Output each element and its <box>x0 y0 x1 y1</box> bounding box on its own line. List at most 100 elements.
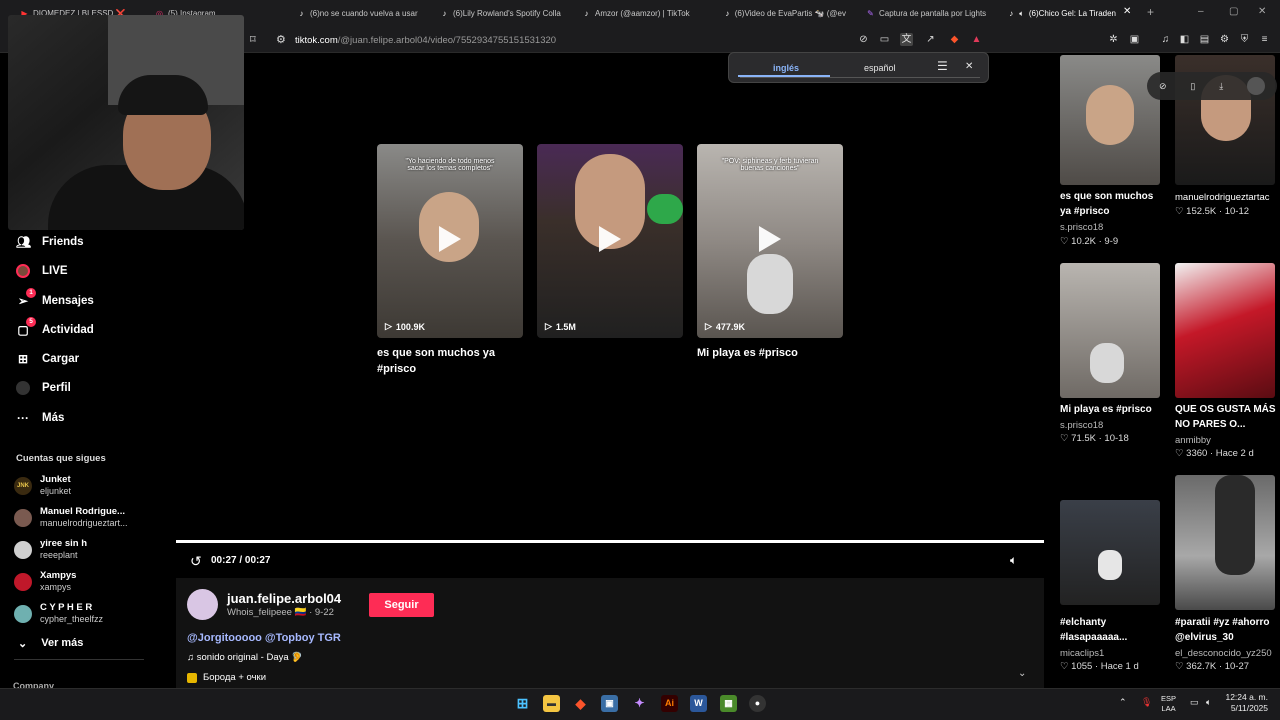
translate-icon[interactable]: 文 <box>900 33 913 46</box>
no-tracking-icon[interactable]: ⊘ <box>857 33 870 46</box>
tab-active[interactable]: ♪ 🔈︎ (6)Chico Gel: La Tiraden <box>1008 6 1116 20</box>
author-name[interactable]: juan.felipe.arbol04 <box>227 591 341 606</box>
share-icon[interactable]: ↗ <box>924 33 937 46</box>
endscreen-video-title[interactable]: es que son muchos ya #prisco <box>377 345 523 377</box>
illustrator-icon[interactable]: Ai <box>661 695 678 712</box>
endscreen-video-title[interactable]: Mi playa es #prisco <box>697 345 843 361</box>
tab-lightshot[interactable]: ✎ Captura de pantalla por Lights <box>866 6 990 20</box>
url-field[interactable]: tiktok.com/@juan.felipe.arbol04/video/75… <box>295 35 556 46</box>
wallet-icon[interactable]: ▤ <box>1198 33 1211 46</box>
recommended-video-thumbnail[interactable] <box>1175 475 1275 610</box>
recommended-video-title[interactable]: es que son muchos ya #prisco <box>1060 189 1160 219</box>
tab-tiktok-4[interactable]: ♪ (6)Video de EvaPartis 🐄 (@ev <box>724 6 846 20</box>
recommended-video-author[interactable]: anmibby <box>1175 435 1211 446</box>
recommended-video-title[interactable]: QUE OS GUSTA MÁS NO PARES O... <box>1175 402 1277 432</box>
file-explorer-icon[interactable]: ▬ <box>543 695 560 712</box>
translate-close-icon[interactable]: ✕ <box>965 61 973 72</box>
sidebar-item-profile[interactable]: Perfil <box>16 381 71 395</box>
close-tab-icon[interactable]: ✕ <box>1123 6 1131 17</box>
sidebar-item-messages[interactable]: ➢ 1 Mensajes <box>16 288 94 308</box>
recommended-video-title[interactable]: #elchanty #lasapaaaaa... <box>1060 615 1160 645</box>
minimize-icon[interactable]: – <box>1198 6 1204 17</box>
chevron-down-icon: ⌄ <box>18 638 28 650</box>
bookmark-icon[interactable]: ⌑ <box>250 33 256 46</box>
recommended-video-thumbnail[interactable] <box>1060 263 1160 398</box>
site-settings-icon[interactable]: ⚙ <box>276 33 286 46</box>
recommended-video-thumbnail[interactable] <box>1175 263 1275 398</box>
word-icon[interactable]: W <box>690 695 707 712</box>
translate-lang-target[interactable]: español <box>864 63 896 73</box>
network-icon[interactable]: ▭ <box>1190 697 1199 708</box>
volume-icon[interactable]: 🔈︎ <box>1010 553 1017 568</box>
following-account[interactable]: JNK Junket eljunket <box>14 474 71 497</box>
following-account[interactable]: yiree sin h reeeplant <box>14 538 87 561</box>
translate-popup: inglés español ☰ ✕ <box>728 52 989 83</box>
view-count: ▷ 100.9K <box>385 321 425 332</box>
minecraft-icon[interactable]: ▦ <box>720 695 737 712</box>
maximize-icon[interactable]: ▢ <box>1229 6 1238 17</box>
tab-tiktok-1[interactable]: ♪ (6)no se cuando vuelva a usar <box>297 6 423 20</box>
phone-icon[interactable]: ▯ <box>1190 81 1195 92</box>
brave-browser-icon[interactable]: ◆ <box>572 695 589 712</box>
download-icon[interactable]: ⤓ <box>1219 81 1223 92</box>
translate-menu-icon[interactable]: ☰ <box>937 59 948 73</box>
play-icon <box>599 226 621 252</box>
recommended-video-author[interactable]: micaclips1 <box>1060 648 1104 659</box>
video-mentions[interactable]: @Jorgitooooo @Topboy TGR <box>187 632 341 644</box>
sidebar-item-friends[interactable]: 👥︎ Friends <box>16 235 84 249</box>
sidebar-item-activity[interactable]: ▢ 5 Actividad <box>16 317 94 337</box>
recommended-video-thumbnail[interactable] <box>1060 500 1160 605</box>
store-icon[interactable]: ▣ <box>601 695 618 712</box>
tab-tiktok-3[interactable]: ♪ Amzor (@aamzor) | TikTok <box>582 6 692 20</box>
effect-link[interactable]: Борода + очки <box>187 672 266 683</box>
microphone-icon[interactable]: 🎙︎ <box>1141 697 1152 708</box>
author-avatar[interactable] <box>187 589 218 620</box>
game-app-icon[interactable]: ✦ <box>631 695 648 712</box>
following-account[interactable]: C Y P H E Rcypher_theelfzz <box>14 602 103 625</box>
translate-lang-source[interactable]: inglés <box>773 63 799 73</box>
windows-start-icon[interactable]: ⊞ <box>514 695 531 712</box>
sidebar-item-live[interactable]: LIVE <box>16 264 68 278</box>
recommended-video-author[interactable]: manuelrodrigueztartac <box>1175 192 1270 203</box>
sidebar-item-upload[interactable]: ⊞ Cargar <box>16 352 79 366</box>
recommended-video-author[interactable]: el_desconocido_yz250 <box>1175 648 1272 659</box>
replay-icon[interactable]: ↺ <box>190 553 202 570</box>
expand-icon[interactable]: ⌄ <box>1018 668 1026 679</box>
record-icon[interactable] <box>1247 77 1266 95</box>
tray-chevron-icon[interactable]: ⌃ <box>1119 697 1127 708</box>
following-account[interactable]: Manuel Rodrigue... manuelrodrigueztart... <box>14 506 128 529</box>
brave-shield-icon[interactable]: ◆ <box>948 33 961 46</box>
vpn-icon[interactable]: ⛨ <box>1238 33 1251 46</box>
brave-rewards-icon[interactable]: ▲ <box>970 33 983 46</box>
new-tab-icon[interactable]: + <box>1147 5 1154 19</box>
recommended-video-author[interactable]: s.prisco18 <box>1060 420 1103 431</box>
following-account[interactable]: Xampys xampys <box>14 570 76 593</box>
keyboard-language[interactable]: ESP LAA <box>1161 694 1176 714</box>
recording-app-icon[interactable]: ● <box>749 695 766 712</box>
recommended-video-title[interactable]: Mi playa es #prisco <box>1060 402 1160 417</box>
media-icon[interactable]: ♫ <box>1159 33 1172 46</box>
tab-tiktok-2[interactable]: ♪ (6)Lily Rowland's Spotify Colla <box>440 6 564 20</box>
sound-link[interactable]: ♫ sonido original - Daya 🦻 <box>187 652 303 663</box>
menu-icon[interactable]: ≡ <box>1258 33 1271 46</box>
endscreen-video-card[interactable]: ▷ 1.5M <box>537 144 683 338</box>
recommended-video-author[interactable]: s.prisco18 <box>1060 222 1103 233</box>
cast-icon[interactable]: ▭ <box>878 33 891 46</box>
endscreen-video-card[interactable]: "Yo haciendo de todo menos sacar los tem… <box>377 144 523 338</box>
see-more-button[interactable]: ⌄ Ver más <box>18 637 83 650</box>
endscreen-video-card[interactable]: "POV: siphineas y ferb tuvieran buenas c… <box>697 144 843 338</box>
video-progress-bar[interactable] <box>176 540 1044 543</box>
screenshot-icon[interactable]: ▣ <box>1128 33 1141 46</box>
system-clock[interactable]: 12:24 a. m. 5/11/2025 <box>1222 692 1268 714</box>
sidebar-item-more[interactable]: ··· Más <box>16 411 64 425</box>
video-thumbnail-subject <box>747 254 793 314</box>
settings-icon[interactable]: ⚙ <box>1218 33 1231 46</box>
link-icon[interactable]: ⊘ <box>1159 81 1167 92</box>
follow-button[interactable]: Seguir <box>369 593 434 617</box>
volume-tray-icon[interactable]: 🔈︎ <box>1206 697 1211 708</box>
recommended-video-title[interactable]: #paratii #yz #ahorro @elvirus_30 <box>1175 615 1277 645</box>
recommended-video-thumbnail[interactable] <box>1060 55 1160 185</box>
sidebar-toggle-icon[interactable]: ◧ <box>1178 33 1191 46</box>
extensions-icon[interactable]: ✲ <box>1107 33 1120 46</box>
close-window-icon[interactable]: ✕ <box>1258 6 1266 17</box>
